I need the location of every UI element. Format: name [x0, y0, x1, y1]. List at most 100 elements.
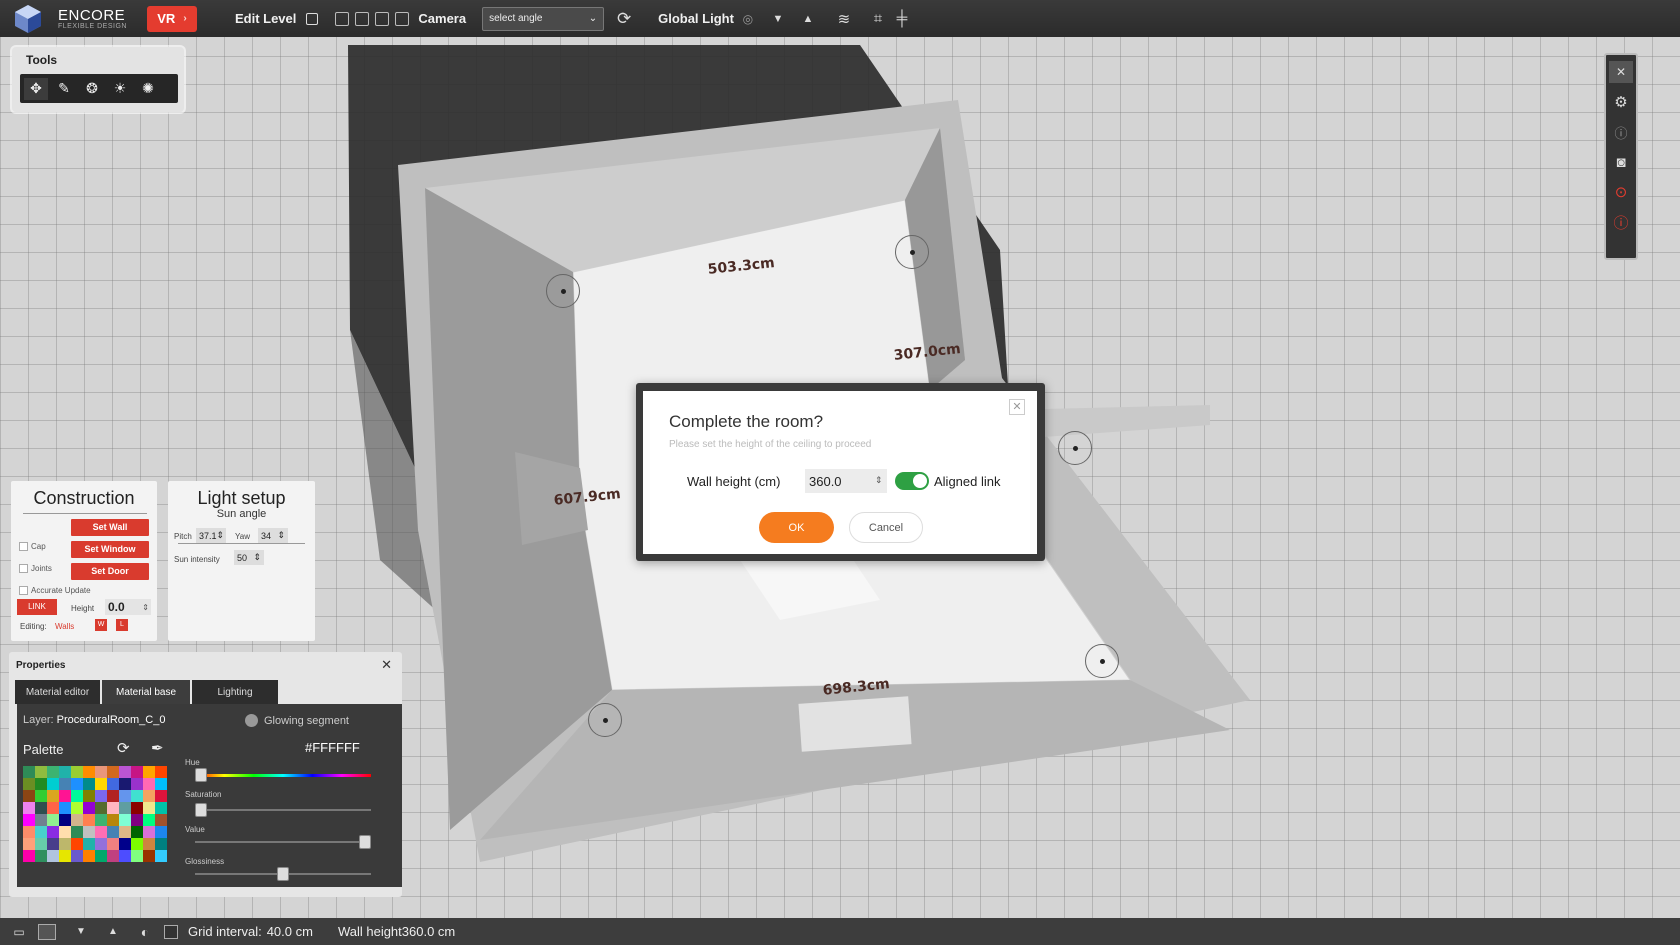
palette-swatch[interactable] [59, 826, 71, 838]
palette-swatch[interactable] [131, 790, 143, 802]
palette-swatch[interactable] [71, 814, 83, 826]
triangle-down-icon[interactable]: ▼ [768, 9, 788, 29]
palette-swatch[interactable] [83, 838, 95, 850]
pencil-icon[interactable]: ✎ [52, 78, 76, 100]
palette-swatch[interactable] [71, 802, 83, 814]
close-icon[interactable]: ✕ [1009, 399, 1025, 415]
palette-swatch[interactable] [95, 826, 107, 838]
palette-swatch[interactable] [155, 790, 167, 802]
palette-swatch[interactable] [71, 850, 83, 862]
palette-swatch[interactable] [23, 802, 35, 814]
tab-material-base[interactable]: Material base [102, 680, 190, 704]
palette-swatch[interactable] [83, 802, 95, 814]
set-wall-button[interactable]: Set Wall [71, 519, 149, 536]
palette-swatch[interactable] [143, 790, 155, 802]
palette-swatch[interactable] [83, 790, 95, 802]
view-left-icon[interactable] [332, 9, 352, 29]
spinner-icon[interactable]: ⇕ [875, 475, 883, 486]
palette-swatch[interactable] [107, 802, 119, 814]
palette-swatch[interactable] [59, 766, 71, 778]
palette-swatch[interactable] [131, 850, 143, 862]
palette-swatch[interactable] [35, 814, 47, 826]
triangle-up-icon[interactable]: ▲ [798, 9, 818, 29]
palette-swatch[interactable] [143, 826, 155, 838]
palette-swatch[interactable] [59, 838, 71, 850]
palette-swatch[interactable] [59, 790, 71, 802]
palette-swatch[interactable] [71, 790, 83, 802]
pitch-field[interactable]: 37.1 ⇕ [196, 528, 226, 543]
palette-swatch[interactable] [131, 826, 143, 838]
palette-swatch[interactable] [119, 814, 131, 826]
set-door-button[interactable]: Set Door [71, 563, 149, 580]
palette-swatch[interactable] [47, 838, 59, 850]
palette-swatch[interactable] [155, 778, 167, 790]
palette-swatch[interactable] [35, 778, 47, 790]
palette-swatch[interactable] [131, 766, 143, 778]
palette-swatch[interactable] [119, 850, 131, 862]
palette-swatch[interactable] [47, 826, 59, 838]
palette-swatch[interactable] [35, 766, 47, 778]
height-field[interactable]: 0.0 ⇕ [105, 599, 151, 615]
sun-intensity-field[interactable]: 50 ⇕ [234, 550, 264, 565]
hue-slider[interactable] [195, 768, 371, 782]
vertex-handle[interactable] [546, 274, 580, 308]
palette-swatch[interactable] [47, 790, 59, 802]
palette-swatch[interactable] [95, 790, 107, 802]
palette-swatch[interactable] [59, 802, 71, 814]
monitor-icon[interactable]: ▭ [8, 922, 30, 942]
joints-checkbox[interactable]: Joints [19, 564, 52, 573]
palette-swatch[interactable] [95, 778, 107, 790]
hue-knob[interactable] [195, 768, 207, 782]
palette-swatch[interactable] [23, 814, 35, 826]
tab-material-editor[interactable]: Material editor [15, 680, 100, 704]
copy-level-icon[interactable] [302, 9, 322, 29]
palette-swatch[interactable] [131, 814, 143, 826]
record-icon[interactable]: ⊙ [1609, 181, 1633, 203]
grid-toggle-icon[interactable] [36, 922, 58, 942]
palette-swatch[interactable] [23, 826, 35, 838]
vertex-handle[interactable] [895, 235, 929, 269]
palette-swatch[interactable] [95, 814, 107, 826]
palette-swatch[interactable] [155, 826, 167, 838]
palette-swatch[interactable] [35, 850, 47, 862]
palette-swatch[interactable] [83, 814, 95, 826]
contrast-icon[interactable]: ◐ [134, 922, 156, 942]
palette-swatch[interactable] [143, 778, 155, 790]
palette-swatch[interactable] [119, 778, 131, 790]
palette-swatch[interactable] [23, 778, 35, 790]
view-front-icon[interactable] [372, 9, 392, 29]
palette-swatch[interactable] [35, 802, 47, 814]
link-button[interactable]: LINK [17, 599, 57, 615]
palette-swatch[interactable] [83, 778, 95, 790]
view-top-icon[interactable] [392, 9, 412, 29]
gear-icon[interactable]: ⚙ [1609, 91, 1633, 113]
palette-swatch[interactable] [71, 838, 83, 850]
camera-icon[interactable]: ◙ [1609, 151, 1633, 173]
yaw-field[interactable]: 34 ⇕ [258, 528, 288, 543]
view-right-icon[interactable] [352, 9, 372, 29]
accurate-update-checkbox[interactable]: Accurate Update [19, 586, 91, 595]
palette-swatch[interactable] [83, 850, 95, 862]
saturation-knob[interactable] [195, 803, 207, 817]
paint-icon[interactable]: ❂ [80, 78, 104, 100]
palette-swatch[interactable] [143, 766, 155, 778]
saturation-slider[interactable] [195, 803, 371, 817]
snap-grid-icon[interactable]: ⌗ [868, 9, 888, 29]
palette-swatch[interactable] [119, 802, 131, 814]
palette-swatch[interactable] [23, 850, 35, 862]
triangle-down-icon[interactable]: ▼ [70, 922, 92, 942]
tab-lighting[interactable]: Lighting [192, 680, 278, 704]
palette-swatch[interactable] [107, 778, 119, 790]
ok-button[interactable]: OK [759, 512, 834, 543]
globe-icon[interactable]: ✺ [136, 78, 160, 100]
palette-swatch[interactable] [59, 778, 71, 790]
aligned-link-toggle[interactable] [895, 472, 929, 490]
palette-swatch[interactable] [47, 802, 59, 814]
glossiness-knob[interactable] [277, 867, 289, 881]
palette-swatch[interactable] [143, 838, 155, 850]
palette-swatch[interactable] [107, 826, 119, 838]
palette-swatch[interactable] [71, 826, 83, 838]
palette-swatch[interactable] [119, 838, 131, 850]
walls-w-button[interactable]: W [95, 619, 107, 631]
palette-swatch[interactable] [119, 766, 131, 778]
